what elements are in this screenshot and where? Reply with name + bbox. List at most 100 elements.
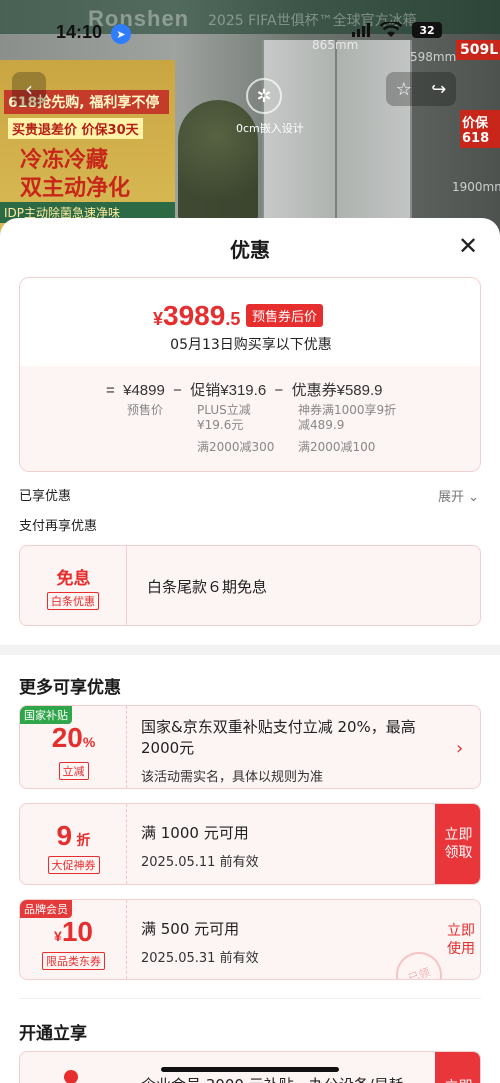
coupon-sub-tag: 限品类东券 [42, 952, 105, 970]
fridge-door-split [335, 40, 337, 240]
location-pin-icon [64, 1070, 78, 1083]
coupon-value-unit: 折 [76, 832, 91, 848]
banner-embed-label: 0cm嵌入设计 [236, 122, 304, 135]
coupon-sub: 限品类东券 [20, 950, 127, 970]
coupon-value-number: 9 [56, 820, 73, 851]
calc-base-price: ¥4899 [123, 382, 165, 399]
claim-label-2: 领取 [444, 845, 473, 861]
coupon-value-number: 10 [61, 916, 93, 947]
coupon-badge: 9 折 大促神券 [20, 804, 127, 884]
expand-toggle[interactable]: 展开 ⌄ [438, 486, 479, 505]
coupon-description: 国家&京东双重补贴支付立减 20%，最高 2000元 [141, 717, 416, 759]
use-label-1: 立即 [447, 922, 475, 939]
coupon-value-unit: % [82, 734, 96, 750]
coupon-sub: 大促神券 [20, 854, 127, 874]
coupon-value: 9 折 [20, 820, 127, 852]
calc-row: = ¥4899 − 促销¥319.6 − 优惠券¥589.9 [106, 379, 383, 400]
price-currency: ¥ [153, 309, 164, 329]
label-voucher-1: 神券满1000享9折 [298, 403, 397, 417]
home-indicator[interactable] [161, 1067, 339, 1072]
status-time: 14:10 [56, 22, 103, 42]
more-discounts-title: 更多可享优惠 [19, 678, 121, 698]
label-voucher-2: 减489.9 [298, 418, 345, 432]
price-summary: ¥3989.5 预售券后价 05月13日购买享以下优惠 [20, 278, 480, 366]
banner-tag-price-protect: 买贵退差价 价保30天 [8, 118, 143, 139]
sheet-title: 优惠 [230, 238, 270, 262]
free-interest-card[interactable]: 免息 白条优惠 白条尾款６期免息 [19, 545, 481, 626]
coupon-value: ¥10 [20, 916, 127, 948]
coupon-sub-tag: 大促神券 [47, 856, 100, 874]
banner-headline-2: 双主动净化 [20, 176, 131, 201]
label-plus-2: ¥19.6元 [197, 418, 244, 432]
star-icon[interactable]: ☆ [396, 79, 412, 100]
calc-minus: − [274, 382, 284, 399]
banner-dim-height: 1900mm [452, 180, 500, 194]
expand-label: 展开 [438, 490, 465, 505]
label-plus-1: PLUS立减 [197, 403, 251, 417]
coupon-value: 20% [20, 722, 127, 754]
coupon-expiry: 2025.05.11 前有效 [141, 855, 259, 870]
coupon-sub-tag: 立减 [58, 762, 89, 780]
coupon-desc-line2: 2000元 [141, 739, 195, 757]
chevron-down-icon: ⌄ [468, 490, 480, 505]
banner-brand: Ronshen [88, 6, 190, 31]
share-icon[interactable]: ↪ [431, 79, 446, 100]
purchase-date-note: 05月13日购买享以下优惠 [170, 337, 332, 353]
claim-label-1: 立即 [444, 827, 473, 843]
use-coupon-button[interactable]: 立即 使用 [440, 900, 480, 979]
coupon-promo-voucher: 9 折 大促神券 满 1000 元可用 2025.05.11 前有效 立即领取 [19, 803, 481, 885]
banner-actions: ☆ ↪ [386, 72, 456, 106]
coupon-desc-line1: 国家&京东双重补贴支付立减 20%，最高 [141, 718, 416, 736]
status-indicators: 32 [352, 22, 442, 38]
banner-dim-depth: 598mm [410, 50, 457, 64]
cellular-signal-icon [352, 23, 370, 37]
presale-price-tag: 预售券后价 [246, 304, 324, 327]
coupon-badge: 品牌会员 ¥10 限品类东券 [20, 900, 127, 979]
coupon-condition: 满 500 元可用 [141, 920, 240, 938]
calc-coupon: 优惠券¥589.9 [291, 382, 383, 399]
coupon-badge: 国家补贴 20% 立减 [20, 706, 127, 788]
banner-price-badge: 价保618 [460, 110, 500, 148]
coupon-brand-member: 品牌会员 ¥10 限品类东券 满 500 元可用 2025.05.31 前有效 … [19, 899, 481, 980]
coupon-value-currency: ¥ [54, 928, 62, 944]
free-interest-text: 白条尾款６期免息 [147, 578, 268, 596]
free-interest-badge: 免息 白条优惠 [20, 546, 127, 625]
section-gap [0, 645, 500, 655]
calc-equals: = [106, 382, 115, 399]
membership-action-button[interactable]: 立即 [435, 1052, 480, 1083]
free-interest-tag: 白条优惠 [47, 592, 99, 610]
price-calculation: = ¥4899 − 促销¥319.6 − 优惠券¥589.9 预售价 PLUS立… [20, 366, 480, 471]
plant-image [178, 100, 258, 220]
battery-icon: 32 [412, 22, 442, 38]
wifi-icon [380, 22, 402, 38]
fridge-image [262, 40, 412, 240]
price-decimal: .5 [225, 309, 241, 329]
price-integer: 3989 [163, 300, 226, 331]
claim-coupon-button[interactable]: 立即 领取 [435, 804, 480, 884]
use-label-2: 使用 [447, 940, 475, 957]
price-breakdown-card: ¥3989.5 预售券后价 05月13日购买享以下优惠 = ¥4899 − 促销… [19, 277, 481, 472]
back-button[interactable]: ‹ [12, 72, 46, 106]
membership-title: 开通立享 [19, 1024, 87, 1044]
membership-text: 企业会员 3000 元补贴，办公设备/易耗 [141, 1074, 404, 1083]
coupon-expiry: 2025.05.31 前有效 [141, 951, 259, 966]
chevron-right-icon[interactable]: › [456, 738, 463, 759]
calc-minus: − [173, 382, 182, 399]
pay-more-label: 支付再享优惠 [19, 519, 98, 534]
free-interest-title: 免息 [56, 569, 91, 589]
coupon-condition: 满 1000 元可用 [141, 824, 249, 842]
coupon-sub: 立减 [20, 760, 127, 780]
label-presale: 预售价 [127, 403, 164, 417]
calc-promo: 促销¥319.6 [190, 382, 267, 399]
coupon-note: 该活动需实名，具体以规则为准 [141, 770, 324, 785]
coupon-value-number: 20 [51, 722, 83, 753]
discount-sheet: 优惠 ✕ ¥3989.5 预售券后价 05月13日购买享以下优惠 = ¥4899… [0, 218, 500, 1083]
location-arrow-icon: ➤ [111, 24, 131, 44]
banner-dim-width: 865mm [312, 38, 359, 52]
enjoyed-label: 已享优惠 [19, 489, 72, 504]
close-icon[interactable]: ✕ [454, 232, 482, 260]
section-divider [19, 998, 481, 999]
coupon-national-subsidy[interactable]: 国家补贴 20% 立减 国家&京东双重补贴支付立减 20%，最高 2000元 该… [19, 705, 481, 789]
label-full-2: 满2000减100 [298, 440, 376, 454]
brand-logo-icon: ✲ [246, 78, 282, 114]
